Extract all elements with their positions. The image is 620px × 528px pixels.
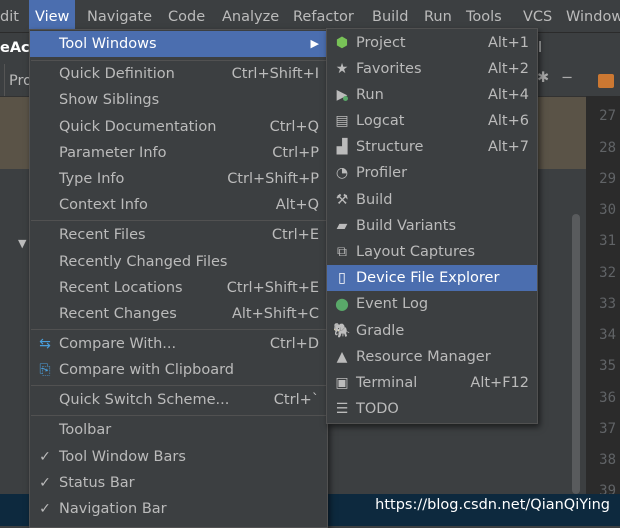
scrollbar[interactable] xyxy=(572,214,580,494)
menu-view[interactable]: View xyxy=(29,0,76,32)
view-menu: Tool Windows ▶ Quick Definition Ctrl+Shi… xyxy=(29,29,328,528)
device-icon: ▯ xyxy=(338,270,346,286)
menu-item-quick-switch-scheme[interactable]: Quick Switch Scheme... Ctrl+` xyxy=(30,387,327,413)
submenu-item-project[interactable]: ⬢ Project Alt+1 xyxy=(327,30,537,56)
line-number: 27 xyxy=(599,108,616,124)
structure-icon: ▟ xyxy=(336,139,348,155)
star-icon: ★ xyxy=(335,61,349,77)
line-number: 30 xyxy=(599,202,616,218)
menu-item-status-bar[interactable]: ✓ Status Bar xyxy=(30,470,327,496)
hammer-icon: ⚒ xyxy=(335,192,349,208)
resource-manager-icon: ▲ xyxy=(336,349,348,365)
menu-edit[interactable]: dit xyxy=(0,0,19,32)
tree-expand-icon[interactable]: ▼ xyxy=(18,237,26,250)
menu-separator xyxy=(31,220,326,221)
editor-tab-file[interactable]: l fileactivity xyxy=(538,33,620,86)
line-number: 34 xyxy=(599,327,616,343)
tool-windows-submenu: ⬢ Project Alt+1 ★ Favorites Alt+2 ▶ Run … xyxy=(326,28,538,424)
menu-item-navigation-bar[interactable]: ✓ Navigation Bar xyxy=(30,496,327,522)
submenu-item-device-file-explorer[interactable]: ▯ Device File Explorer xyxy=(327,265,537,291)
menu-code[interactable]: Code xyxy=(168,0,205,32)
line-number: 31 xyxy=(599,233,616,249)
editor-gutter: 27 28 29 30 31 32 33 34 35 36 37 38 39 xyxy=(586,96,620,526)
menu-navigate[interactable]: Navigate xyxy=(87,0,152,32)
settings-icon[interactable]: ✱ xyxy=(537,70,549,86)
menu-item-parameter-info[interactable]: Parameter Info Ctrl+P xyxy=(30,140,327,166)
event-log-icon: ● xyxy=(335,294,349,313)
menu-item-recently-changed-files[interactable]: Recently Changed Files xyxy=(30,249,327,275)
menu-item-recent-locations[interactable]: Recent Locations Ctrl+Shift+E xyxy=(30,275,327,301)
line-number: 28 xyxy=(599,140,616,156)
menu-analyze[interactable]: Analyze xyxy=(222,0,279,32)
submenu-item-resource-manager[interactable]: ▲ Resource Manager xyxy=(327,344,537,370)
line-number: 36 xyxy=(599,390,616,406)
submenu-item-todo[interactable]: ☰ TODO xyxy=(327,396,537,422)
submenu-item-run[interactable]: ▶ Run Alt+4 xyxy=(327,82,537,108)
menu-item-tool-window-bars[interactable]: ✓ Tool Window Bars xyxy=(30,444,327,470)
line-number: 33 xyxy=(599,296,616,312)
menu-item-toolbar[interactable]: Toolbar xyxy=(30,417,327,443)
submenu-item-layout-captures[interactable]: ⧉ Layout Captures xyxy=(327,239,537,265)
line-number: 38 xyxy=(599,452,616,468)
submenu-item-profiler[interactable]: ◔ Profiler xyxy=(327,160,537,186)
menu-separator xyxy=(31,385,326,386)
submenu-item-build[interactable]: ⚒ Build xyxy=(327,187,537,213)
submenu-item-gradle[interactable]: 🐘 Gradle xyxy=(327,318,537,344)
menu-item-recent-changes[interactable]: Recent Changes Alt+Shift+C xyxy=(30,301,327,327)
menu-item-compare-with-clipboard[interactable]: ⎘ Compare with Clipboard xyxy=(30,357,327,383)
android-project-icon: ⬢ xyxy=(335,35,349,51)
check-icon: ✓ xyxy=(39,501,51,517)
build-variants-icon: ▰ xyxy=(336,218,348,234)
submenu-item-structure[interactable]: ▟ Structure Alt+7 xyxy=(327,134,537,160)
gradle-icon: 🐘 xyxy=(333,323,351,339)
line-number: 35 xyxy=(599,358,616,374)
menu-item-quick-definition[interactable]: Quick Definition Ctrl+Shift+I xyxy=(30,61,327,87)
divider xyxy=(4,64,5,96)
submenu-item-favorites[interactable]: ★ Favorites Alt+2 xyxy=(327,56,537,82)
menu-window[interactable]: Window xyxy=(566,0,620,32)
check-icon: ✓ xyxy=(39,449,51,465)
menu-item-type-info[interactable]: Type Info Ctrl+Shift+P xyxy=(30,166,327,192)
terminal-icon: ▣ xyxy=(335,375,349,391)
menu-item-compare-with[interactable]: ⇆ Compare With... Ctrl+D xyxy=(30,331,327,357)
menu-separator xyxy=(31,415,326,416)
todo-icon: ☰ xyxy=(335,401,349,417)
menu-item-recent-files[interactable]: Recent Files Ctrl+E xyxy=(30,222,327,248)
menu-separator xyxy=(31,329,326,330)
watermark-text: https://blog.csdn.net/QianQiYing xyxy=(375,497,610,513)
line-number: 32 xyxy=(599,265,616,281)
submenu-item-build-variants[interactable]: ▰ Build Variants xyxy=(327,213,537,239)
logcat-icon: ▤ xyxy=(335,113,349,129)
file-icon xyxy=(598,74,614,88)
submenu-item-terminal[interactable]: ▣ Terminal Alt+F12 xyxy=(327,370,537,396)
layout-captures-icon: ⧉ xyxy=(337,244,347,260)
clipboard-compare-icon: ⎘ xyxy=(39,362,51,378)
menu-item-tool-windows[interactable]: Tool Windows ▶ xyxy=(30,31,327,57)
submenu-item-event-log[interactable]: ● Event Log xyxy=(327,291,537,317)
line-number: 29 xyxy=(599,171,616,187)
menu-item-quick-documentation[interactable]: Quick Documentation Ctrl+Q xyxy=(30,114,327,140)
menu-item-context-info[interactable]: Context Info Alt+Q xyxy=(30,192,327,218)
minimize-icon[interactable]: − xyxy=(561,70,573,86)
line-number: 37 xyxy=(599,421,616,437)
submenu-item-logcat[interactable]: ▤ Logcat Alt+6 xyxy=(327,108,537,134)
compare-icon: ⇆ xyxy=(39,336,51,352)
submenu-arrow-icon: ▶ xyxy=(310,37,319,50)
check-icon: ✓ xyxy=(39,475,51,491)
profiler-icon: ◔ xyxy=(335,165,349,181)
run-icon: ▶ xyxy=(336,87,348,103)
menu-item-show-siblings[interactable]: Show Siblings xyxy=(30,87,327,113)
